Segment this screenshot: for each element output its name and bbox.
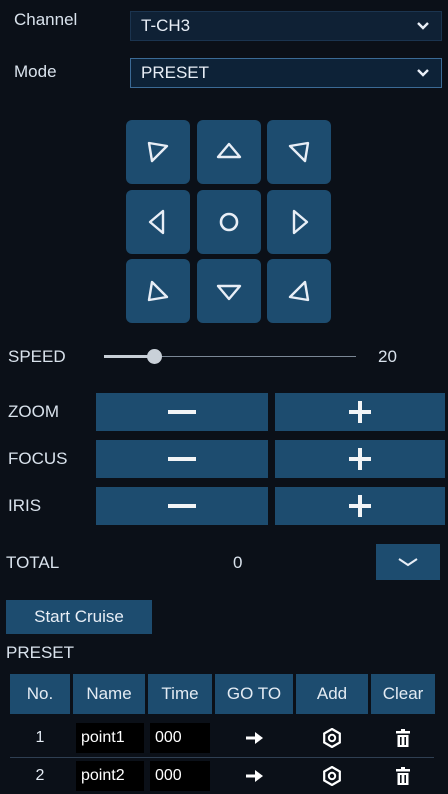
row1-goto-button[interactable] (215, 720, 293, 756)
start-cruise-button[interactable]: Start Cruise (6, 600, 152, 634)
ptz-center-button[interactable] (197, 190, 261, 254)
focus-label: FOCUS (8, 449, 68, 468)
total-label: TOTAL (6, 553, 60, 572)
plus-icon (349, 495, 371, 517)
arrow-right-icon (292, 209, 309, 235)
zoom-in-button[interactable] (275, 393, 445, 431)
mode-label: Mode (14, 62, 57, 81)
speed-slider-thumb[interactable] (147, 349, 163, 364)
trash-icon (396, 729, 410, 747)
ptz-down-right-button[interactable] (267, 259, 331, 323)
expand-button[interactable] (376, 544, 440, 580)
channel-value: T-CH3 (141, 16, 191, 35)
minus-icon (168, 504, 196, 508)
row1-no: 1 (35, 729, 45, 746)
iris-minus-button[interactable] (96, 487, 268, 525)
ptz-down-left-button[interactable] (126, 259, 190, 323)
zoom-label: ZOOM (8, 402, 59, 421)
speed-label: SPEED (8, 347, 66, 366)
chevron-down-icon (417, 69, 429, 77)
row1-add-button[interactable] (296, 720, 368, 756)
column-header-time: Time (148, 674, 212, 714)
preset-title: PRESET (6, 643, 75, 662)
center-circle-icon (219, 212, 239, 232)
minus-icon (168, 457, 196, 461)
arrow-down-left-icon (147, 280, 169, 302)
row1-name-input[interactable]: point1 (76, 723, 144, 753)
focus-minus-button[interactable] (96, 440, 268, 478)
settings-gear-icon (323, 766, 341, 786)
mode-value: PRESET (141, 63, 210, 82)
column-header-goto: GO TO (215, 674, 293, 714)
speed-value: 20 (378, 347, 397, 366)
iris-label: IRIS (8, 496, 42, 515)
column-header-add: Add (296, 674, 368, 714)
plus-icon (349, 448, 371, 470)
ptz-up-left-button[interactable] (126, 120, 190, 184)
arrow-up-right-icon (288, 141, 310, 163)
channel-select[interactable]: T-CH3 (130, 11, 442, 41)
ptz-up-button[interactable] (197, 120, 261, 184)
trash-icon (396, 767, 410, 785)
total-value: 0 (233, 553, 243, 572)
minus-icon (168, 410, 196, 414)
row2-time-input[interactable]: 000 (150, 761, 210, 791)
goto-arrow-icon (246, 732, 263, 744)
row2-add-button[interactable] (296, 758, 368, 794)
column-header-clear: Clear (371, 674, 435, 714)
iris-plus-button[interactable] (275, 487, 445, 525)
arrow-up-left-icon (147, 141, 169, 163)
ptz-down-button[interactable] (197, 259, 261, 323)
arrow-down-right-icon (288, 280, 310, 302)
arrow-up-icon (216, 142, 242, 159)
goto-arrow-icon (246, 770, 263, 782)
column-header-name: Name (73, 674, 145, 714)
arrow-down-icon (216, 284, 242, 301)
settings-gear-icon (323, 728, 341, 748)
mode-select[interactable]: PRESET (130, 58, 442, 88)
focus-plus-button[interactable] (275, 440, 445, 478)
ptz-left-button[interactable] (126, 190, 190, 254)
row1-time-input[interactable]: 000 (150, 723, 210, 753)
chevron-down-icon (398, 558, 418, 567)
row2-goto-button[interactable] (215, 758, 293, 794)
column-header-no: No. (10, 674, 70, 714)
ptz-up-right-button[interactable] (267, 120, 331, 184)
zoom-out-button[interactable] (96, 393, 268, 431)
arrow-left-icon (148, 209, 165, 235)
chevron-down-icon (417, 22, 429, 30)
row1-clear-button[interactable] (371, 720, 435, 756)
plus-icon (349, 401, 371, 423)
ptz-right-button[interactable] (267, 190, 331, 254)
row2-clear-button[interactable] (371, 758, 435, 794)
channel-label: Channel (14, 10, 78, 29)
row2-no: 2 (35, 767, 45, 784)
row2-name-input[interactable]: point2 (76, 761, 144, 791)
